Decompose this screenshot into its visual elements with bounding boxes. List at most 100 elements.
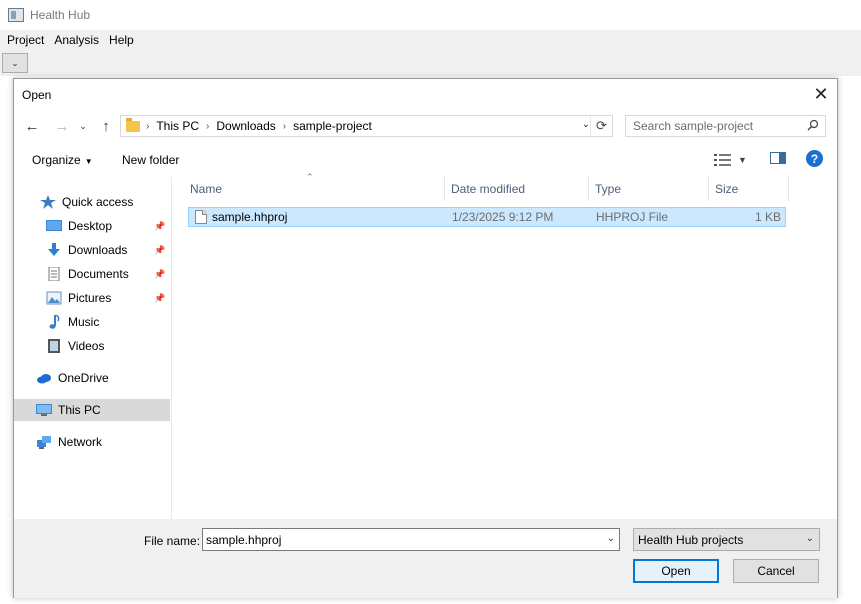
help-button[interactable]: ? — [806, 150, 823, 167]
column-header-size[interactable]: Size — [709, 177, 789, 201]
forward-arrow-icon: → — [54, 117, 70, 135]
address-bar[interactable]: › This PC › Downloads › sample-project ⌄… — [120, 115, 613, 137]
menu-analysis[interactable]: Analysis — [49, 30, 104, 50]
nav-item-label: Documents — [68, 267, 129, 281]
chevron-down-icon: ⌄ — [805, 533, 814, 544]
back-arrow-icon: ← — [24, 117, 40, 135]
network-icon — [37, 436, 51, 449]
chevron-down-icon: ⌄ — [11, 57, 19, 68]
breadcrumb-downloads[interactable]: Downloads — [216, 119, 275, 133]
nav-item-music[interactable]: Music — [14, 311, 170, 333]
video-icon — [48, 339, 60, 353]
cloud-icon — [37, 374, 51, 384]
chevron-right-icon: › — [146, 120, 150, 132]
file-name-label: File name: — [144, 534, 201, 548]
nav-item-documents[interactable]: Documents 📌 — [14, 263, 170, 285]
close-button[interactable]: ✕ — [805, 79, 837, 109]
chevron-down-icon[interactable]: ⌄ — [582, 119, 590, 130]
up-arrow-icon: ↑ — [102, 117, 110, 135]
menubar: Project Analysis Help — [0, 30, 861, 50]
search-placeholder: Search sample-project — [633, 119, 754, 133]
file-row[interactable]: sample.hhproj 1/23/2025 9:12 PM HHPROJ F… — [188, 207, 786, 227]
nav-item-network[interactable]: Network — [14, 431, 170, 453]
forward-button[interactable]: → — [52, 116, 72, 136]
nav-item-onedrive[interactable]: OneDrive — [14, 367, 170, 389]
nav-item-label: Network — [58, 435, 103, 449]
back-button[interactable]: ← — [22, 116, 42, 136]
chevron-down-icon[interactable]: ⌄ — [607, 533, 615, 544]
nav-item-label: Desktop — [68, 219, 113, 233]
open-button[interactable]: Open — [633, 559, 719, 583]
nav-item-quick-access[interactable]: Quick access — [14, 191, 170, 213]
cancel-button[interactable]: Cancel — [733, 559, 819, 583]
file-name: sample.hhproj — [212, 210, 288, 224]
column-header-type[interactable]: Type — [589, 177, 709, 201]
details-view-icon — [714, 154, 731, 166]
breadcrumb-sample-project[interactable]: sample-project — [293, 119, 372, 133]
nav-item-downloads[interactable]: Downloads 📌 — [14, 239, 170, 261]
nav-item-videos[interactable]: Videos — [14, 335, 170, 357]
file-icon — [195, 210, 207, 224]
column-header-name[interactable]: Name — [184, 177, 445, 201]
breadcrumb-this-pc[interactable]: This PC — [156, 119, 199, 133]
caret-down-icon: ▼ — [738, 155, 747, 165]
file-type-select[interactable]: Health Hub projects ⌄ — [633, 528, 820, 551]
nav-item-label: Videos — [68, 339, 105, 353]
navigation-bar: ← → ⌄ ↑ › This PC › Downloads › sample-p… — [14, 113, 837, 139]
document-icon — [48, 267, 60, 281]
file-name-value: sample.hhproj — [206, 532, 282, 547]
chevron-right-icon: › — [206, 120, 210, 132]
dialog-titlebar: Open ✕ — [14, 79, 837, 109]
open-dialog: Open ✕ ← → ⌄ ↑ › This PC › Downloads › s… — [13, 78, 838, 598]
file-name-input[interactable]: sample.hhproj ⌄ — [202, 528, 620, 551]
app-icon — [8, 8, 24, 22]
refresh-button[interactable]: ⟳ — [590, 116, 612, 136]
nav-item-pictures[interactable]: Pictures 📌 — [14, 287, 170, 309]
computer-icon — [36, 404, 52, 416]
nav-item-label: Downloads — [68, 243, 128, 257]
menu-help[interactable]: Help — [104, 30, 139, 50]
refresh-icon: ⟳ — [596, 118, 607, 133]
folder-icon — [126, 117, 140, 132]
app-titlebar: Health Hub — [0, 0, 861, 30]
music-icon — [49, 315, 60, 329]
nav-item-label: This PC — [58, 403, 101, 417]
app-title: Health Hub — [30, 8, 91, 22]
new-folder-button[interactable]: New folder — [122, 153, 179, 167]
menu-project[interactable]: Project — [2, 30, 49, 50]
command-bar: Organize ▼ New folder ▼ ? — [14, 147, 837, 173]
organize-label: Organize — [32, 153, 81, 167]
toolbar-dropdown-button[interactable]: ⌄ — [2, 53, 28, 73]
pin-icon[interactable]: 📌 — [154, 293, 165, 304]
nav-item-label: Music — [68, 315, 100, 329]
organize-button[interactable]: Organize ▼ — [32, 153, 93, 167]
pin-icon[interactable]: 📌 — [154, 221, 165, 232]
caret-down-icon: ▼ — [84, 157, 93, 166]
star-icon — [40, 195, 56, 209]
dialog-footer: File name: sample.hhproj ⌄ Health Hub pr… — [14, 519, 837, 598]
nav-item-label: OneDrive — [58, 371, 109, 385]
file-type: HHPROJ File — [596, 210, 669, 224]
picture-icon — [46, 291, 62, 305]
up-button[interactable]: ↑ — [96, 116, 116, 136]
pin-icon[interactable]: 📌 — [154, 245, 165, 256]
change-view-button[interactable]: ▼ — [714, 151, 754, 169]
close-icon: ✕ — [813, 83, 829, 104]
download-icon — [48, 243, 60, 256]
nav-item-label: Quick access — [62, 195, 134, 209]
search-input[interactable]: Search sample-project — [625, 115, 826, 137]
chevron-right-icon: › — [282, 120, 287, 132]
help-icon: ? — [810, 151, 819, 166]
pin-icon[interactable]: 📌 — [154, 269, 165, 280]
nav-item-this-pc[interactable]: This PC — [14, 399, 170, 421]
column-header-date-modified[interactable]: Date modified — [445, 177, 589, 201]
search-icon — [807, 119, 819, 131]
recent-locations-button[interactable]: ⌄ — [76, 116, 90, 136]
desktop-icon — [46, 220, 62, 231]
nav-item-label: Pictures — [68, 291, 112, 305]
file-date-modified: 1/23/2025 9:12 PM — [452, 210, 554, 224]
dialog-title: Open — [22, 88, 52, 102]
preview-pane-button[interactable] — [770, 152, 786, 164]
file-size: 1 KB — [754, 210, 781, 224]
nav-item-desktop[interactable]: Desktop 📌 — [14, 215, 170, 237]
